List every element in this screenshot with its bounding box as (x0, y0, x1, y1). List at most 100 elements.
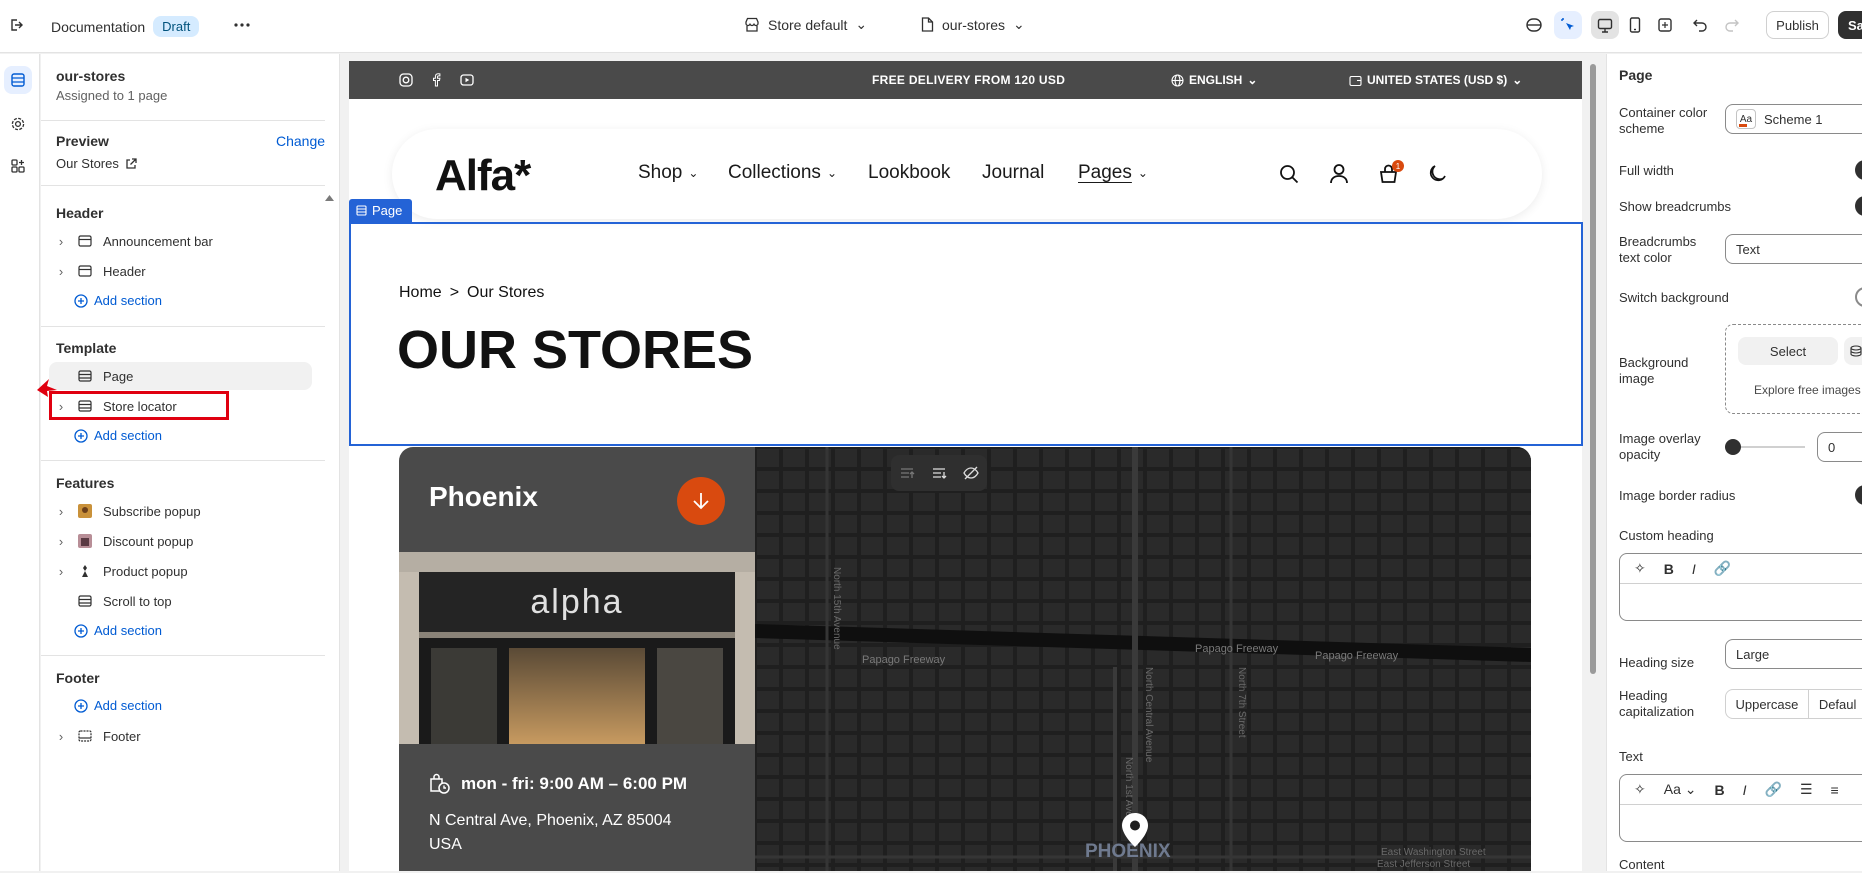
nav-shop[interactable]: Shop ⌄ (638, 162, 698, 184)
publish-button[interactable]: Publish (1766, 11, 1829, 39)
language-selector[interactable]: ENGLISH ⌄ (1171, 73, 1257, 87)
breadcrumbs-color-select[interactable]: Text (1725, 234, 1862, 264)
image-library-button[interactable] (1844, 337, 1862, 365)
desktop-view-icon[interactable] (1591, 11, 1619, 39)
section-discount-popup[interactable]: › Discount popup (49, 527, 312, 555)
nav-lookbook[interactable]: Lookbook (868, 162, 950, 184)
preview-page-link[interactable]: Our Stores (56, 156, 137, 171)
mobile-view-icon[interactable] (1621, 11, 1649, 39)
add-section-label: Add section (94, 293, 162, 308)
switch-background-toggle[interactable] (1855, 287, 1862, 307)
link-icon[interactable]: 🔗 (1714, 560, 1731, 577)
hide-icon[interactable] (963, 466, 979, 480)
bullet-list-icon[interactable]: ☰ (1800, 781, 1813, 798)
color-scheme-select[interactable]: Aa Scheme 1 (1725, 104, 1862, 134)
save-button[interactable]: Sa (1838, 11, 1862, 39)
italic-button[interactable]: I (1743, 782, 1747, 798)
select-image-button[interactable]: Select (1738, 337, 1838, 365)
section-page[interactable]: Page (49, 362, 312, 390)
chevron-right-icon[interactable]: › (53, 234, 69, 249)
heading-size-select[interactable]: Large (1725, 639, 1862, 669)
move-down-icon[interactable] (931, 466, 947, 480)
numbered-list-icon[interactable]: ≡ (1831, 782, 1839, 798)
storefront-preview[interactable]: FREE DELIVERY FROM 120 USD ENGLISH ⌄ UNI… (349, 61, 1582, 871)
store-expand-button[interactable] (677, 477, 725, 525)
italic-button[interactable]: I (1692, 561, 1696, 577)
store-map[interactable]: Papago Freeway Papago Freeway Papago Fre… (755, 447, 1531, 871)
caps-uppercase-option[interactable]: Uppercase (1726, 690, 1809, 718)
bold-button[interactable]: B (1714, 782, 1724, 798)
site-logo[interactable]: Alfa* (435, 151, 531, 201)
add-section-template[interactable]: Add section (74, 428, 162, 443)
move-up-icon[interactable] (899, 466, 915, 480)
map-street-label: Papago Freeway (1195, 643, 1279, 655)
section-product-popup[interactable]: › Product popup (49, 557, 312, 585)
store-selector[interactable]: Store default ⌄ (744, 16, 867, 33)
undo-icon[interactable] (1686, 11, 1714, 39)
store-card[interactable]: Phoenix alpha mon - fri: 9:00 AM – 6:00 … (399, 447, 755, 871)
search-icon[interactable] (1279, 164, 1299, 184)
gear-icon[interactable] (4, 110, 32, 138)
fullscreen-icon[interactable] (1651, 11, 1679, 39)
scroll-thumb[interactable] (1590, 64, 1596, 674)
nav-collections[interactable]: Collections ⌄ (728, 162, 837, 184)
apps-icon[interactable] (4, 152, 32, 180)
account-icon[interactable] (1329, 163, 1349, 184)
currency-selector[interactable]: UNITED STATES (USD $) ⌄ (1349, 73, 1522, 87)
moon-icon[interactable] (1428, 164, 1448, 184)
sections-icon[interactable] (4, 66, 32, 94)
template-selector[interactable]: our-stores ⌄ (921, 16, 1025, 33)
overlay-opacity-input[interactable]: 0 (1817, 432, 1862, 462)
link-icon[interactable]: 🔗 (1765, 781, 1782, 798)
more-icon[interactable] (228, 11, 256, 39)
overlay-opacity-thumb[interactable] (1725, 439, 1741, 455)
section-header[interactable]: › Header (49, 257, 312, 285)
add-section-footer[interactable]: Add section (74, 698, 162, 713)
full-width-toggle[interactable] (1855, 160, 1862, 180)
section-footer[interactable]: › Footer (49, 722, 312, 750)
nav-pages[interactable]: Pages ⌄ (1078, 162, 1148, 184)
section-scroll-to-top[interactable]: Scroll to top (49, 587, 312, 615)
map-pin-icon[interactable] (1120, 812, 1150, 848)
border-radius-toggle[interactable] (1855, 485, 1862, 505)
add-section-label: Add section (94, 698, 162, 713)
chevron-right-icon[interactable]: › (53, 264, 69, 279)
facebook-icon[interactable] (431, 73, 441, 87)
instagram-icon[interactable] (399, 73, 413, 87)
section-subscribe-popup[interactable]: › Subscribe popup (49, 497, 312, 525)
show-breadcrumbs-toggle[interactable] (1855, 196, 1862, 216)
exit-icon[interactable] (2, 11, 30, 39)
container-scheme-label: Container color scheme (1619, 105, 1708, 136)
text-style-select[interactable]: Aa ⌄ (1664, 781, 1697, 798)
inspector-icon[interactable] (1554, 11, 1582, 39)
section-icon (73, 370, 97, 382)
preview-scrollbar[interactable] (1588, 64, 1598, 871)
chevron-right-icon[interactable]: › (53, 534, 69, 549)
add-section-features[interactable]: Add section (74, 623, 162, 638)
magic-icon[interactable]: ✧ (1634, 781, 1646, 798)
text-editor[interactable]: ✧ Aa ⌄ B I 🔗 ☰ ≡ (1619, 774, 1862, 842)
chevron-right-icon[interactable]: › (53, 729, 69, 744)
section-announcement-bar[interactable]: › Announcement bar (49, 227, 312, 255)
add-section-header[interactable]: Add section (74, 293, 162, 308)
bold-button[interactable]: B (1664, 561, 1674, 577)
address-country: USA (429, 836, 462, 853)
chevron-right-icon[interactable]: › (53, 504, 69, 519)
chevron-right-icon[interactable]: › (53, 564, 69, 579)
change-preview-link[interactable]: Change (276, 133, 325, 149)
explore-images-link[interactable]: Explore free images (1754, 383, 1861, 397)
arrow-down-icon (693, 493, 709, 510)
magic-icon[interactable]: ✧ (1634, 560, 1646, 577)
theme-name[interactable]: Documentation Draft (51, 16, 200, 37)
chevron-down-icon: ⌄ (1137, 166, 1148, 180)
redo-icon[interactable] (1718, 11, 1746, 39)
youtube-icon[interactable] (460, 74, 474, 86)
store-app-icon[interactable] (1520, 11, 1548, 39)
announcement-bar[interactable]: FREE DELIVERY FROM 120 USD ENGLISH ⌄ UNI… (349, 61, 1582, 99)
custom-heading-editor[interactable]: ✧ B I 🔗 (1619, 553, 1862, 621)
selected-section-tag[interactable]: Page (349, 199, 412, 222)
caps-default-option[interactable]: Defaul (1809, 690, 1862, 718)
sidebar-scrollbar[interactable] (325, 194, 334, 871)
template-name: our-stores (56, 68, 126, 84)
nav-journal[interactable]: Journal (982, 162, 1044, 184)
